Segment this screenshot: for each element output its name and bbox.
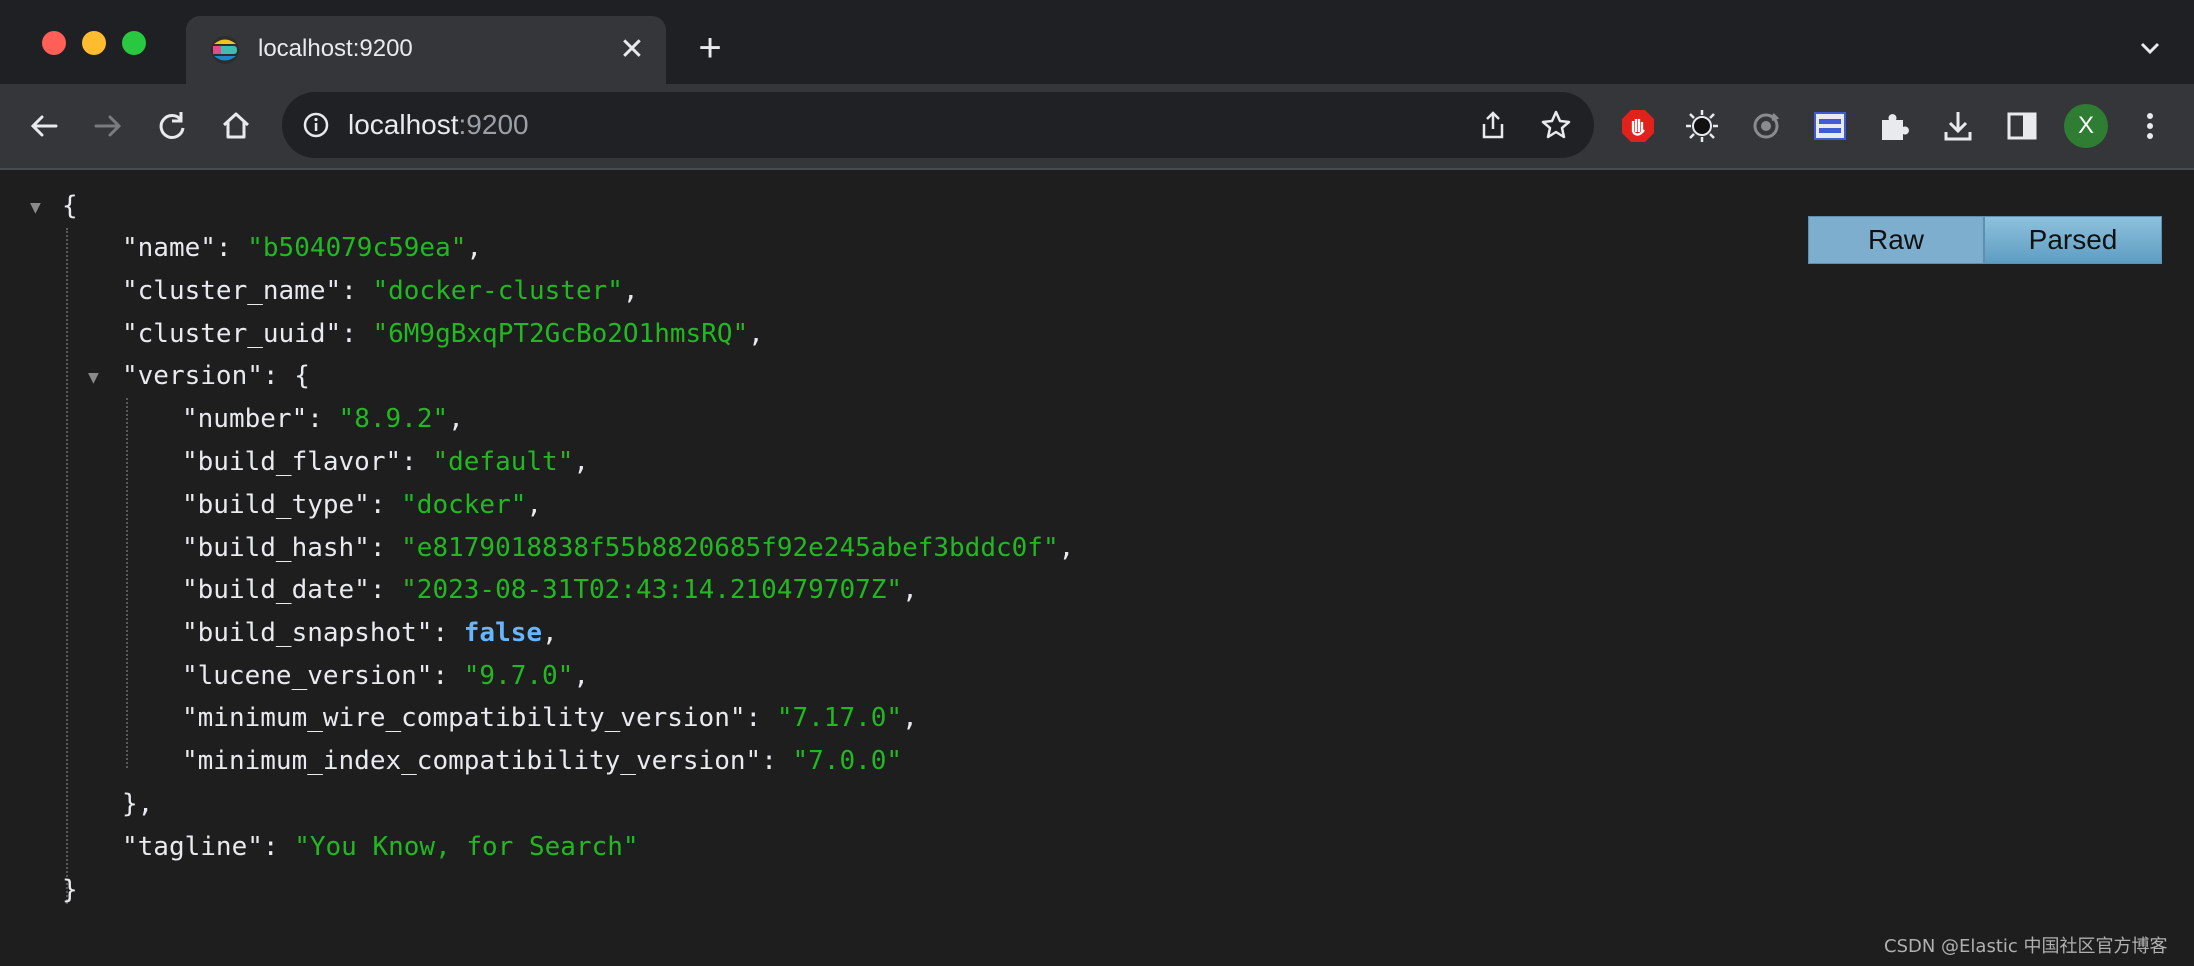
json-line-name: "name": "b504079c59ea",: [122, 233, 483, 263]
dark-reader-extension-icon[interactable]: [1684, 108, 1720, 144]
json-key: "build_flavor": [182, 447, 402, 477]
json-key: "minimum_index_compatibility_version": [182, 746, 762, 776]
json-open-brace: {: [62, 191, 78, 221]
json-line-cluster-uuid: "cluster_uuid": "6M9gBxqPT2GcBo2O1hmsRQ"…: [122, 319, 764, 349]
reload-icon[interactable]: [150, 104, 194, 148]
watermark: CSDN @Elastic 中国社区官方博客: [1884, 936, 2168, 957]
url-text: localhost:9200: [348, 108, 529, 142]
json-key: "minimum_wire_compatibility_version": [182, 703, 746, 733]
json-key: "tagline": [122, 832, 263, 862]
parsed-view-button[interactable]: Parsed: [1984, 216, 2162, 264]
profile-avatar[interactable]: X: [2064, 104, 2108, 148]
forward-arrow-icon[interactable]: [86, 104, 130, 148]
collapse-version-toggle-icon[interactable]: ▼: [88, 368, 108, 388]
chevron-down-icon[interactable]: [2134, 32, 2166, 64]
json-close-brace: }: [62, 875, 78, 905]
json-line-close: }: [62, 870, 78, 910]
json-key: "version": [122, 361, 263, 391]
back-arrow-icon[interactable]: [22, 104, 66, 148]
json-line-build-snapshot: "build_snapshot": false,: [182, 618, 558, 648]
json-key: "build_date": [182, 575, 370, 605]
json-string-value: "9.7.0": [463, 661, 574, 691]
tab-close-icon[interactable]: ✕: [616, 34, 648, 66]
json-line-build-date: "build_date": "2023-08-31T02:43:14.21047…: [182, 575, 918, 605]
json-key: "lucene_version": [182, 661, 433, 691]
address-bar[interactable]: localhost:9200: [282, 92, 1594, 158]
json-string-value: "e8179018838f55b8820685f92e245abef3bddc0…: [401, 533, 1059, 563]
json-line-build-type: "build_type": "docker",: [182, 490, 543, 520]
json-line-tagline: "tagline": "You Know, for Search": [122, 832, 639, 862]
elastic-favicon-icon: [211, 36, 239, 64]
more-menu-icon[interactable]: [2132, 108, 2168, 144]
json-key: "name": [122, 233, 216, 263]
window-extension-icon[interactable]: [1812, 108, 1848, 144]
json-line-cluster-name: "cluster_name": "docker-cluster",: [122, 276, 639, 306]
json-string-value: "You Know, for Search": [294, 832, 639, 862]
json-line-version-close: },: [122, 784, 153, 824]
extensions-puzzle-icon[interactable]: [1876, 108, 1912, 144]
url-port: :9200: [458, 109, 529, 140]
json-key: "cluster_uuid": [122, 319, 342, 349]
json-line-min-wire: "minimum_wire_compatibility_version": "7…: [182, 703, 918, 733]
json-string-value: "docker": [401, 490, 527, 520]
share-icon[interactable]: [1478, 109, 1508, 141]
browser-toolbar: localhost:9200 X: [0, 84, 2194, 170]
json-line-build-flavor: "build_flavor": "default",: [182, 447, 590, 477]
json-string-value: "8.9.2": [338, 404, 449, 434]
page-content: ▼ { "name": "b504079c59ea", "cluster_nam…: [0, 170, 2194, 966]
json-open-brace: {: [294, 361, 310, 391]
json-line-version: "version": {: [122, 361, 310, 391]
json-line-min-index: "minimum_index_compatibility_version": "…: [182, 746, 903, 776]
window-minimize-button[interactable]: [82, 31, 106, 55]
json-string-value: "7.0.0": [792, 746, 903, 776]
site-info-icon[interactable]: [302, 111, 330, 139]
new-tab-button[interactable]: +: [690, 28, 730, 68]
root-indent-guide: [66, 228, 68, 904]
json-line-lucene-version: "lucene_version": "9.7.0",: [182, 661, 589, 691]
json-key: "build_type": [182, 490, 370, 520]
window-zoom-button[interactable]: [122, 31, 146, 55]
json-string-value: "7.17.0": [776, 703, 903, 733]
tab-strip: localhost:9200 ✕ +: [0, 0, 2194, 84]
browser-tab[interactable]: localhost:9200 ✕: [186, 16, 666, 84]
json-string-value: "b504079c59ea": [247, 233, 467, 263]
json-string-value: "docker-cluster": [372, 276, 623, 306]
view-mode-toggle: Raw Parsed: [1808, 216, 2162, 264]
collapse-root-toggle-icon[interactable]: ▼: [30, 198, 50, 218]
json-key: "build_snapshot": [182, 618, 433, 648]
adblock-extension-icon[interactable]: [1620, 108, 1656, 144]
bookmark-star-icon[interactable]: [1540, 109, 1572, 141]
sync-extension-icon[interactable]: [1748, 108, 1784, 144]
json-string-value: "2023-08-31T02:43:14.210479707Z": [401, 575, 903, 605]
version-indent-guide: [126, 398, 128, 768]
json-line-number: "number": "8.9.2",: [182, 404, 464, 434]
json-line-build-hash: "build_hash": "e8179018838f55b8820685f92…: [182, 533, 1075, 563]
json-boolean-value: false: [463, 618, 543, 648]
json-key: "build_hash": [182, 533, 370, 563]
json-key: "cluster_name": [122, 276, 342, 306]
json-string-value: "6M9gBxqPT2GcBo2O1hmsRQ": [372, 319, 749, 349]
side-panel-icon[interactable]: [2004, 108, 2040, 144]
raw-view-button[interactable]: Raw: [1808, 216, 1984, 264]
url-host: localhost: [348, 109, 459, 140]
home-icon[interactable]: [214, 104, 258, 148]
json-key: "number": [182, 404, 308, 434]
download-icon[interactable]: [1940, 108, 1976, 144]
window-close-button[interactable]: [42, 31, 66, 55]
tab-title: localhost:9200: [258, 35, 413, 62]
json-close-brace: },: [122, 789, 154, 819]
json-string-value: "default": [432, 447, 574, 477]
